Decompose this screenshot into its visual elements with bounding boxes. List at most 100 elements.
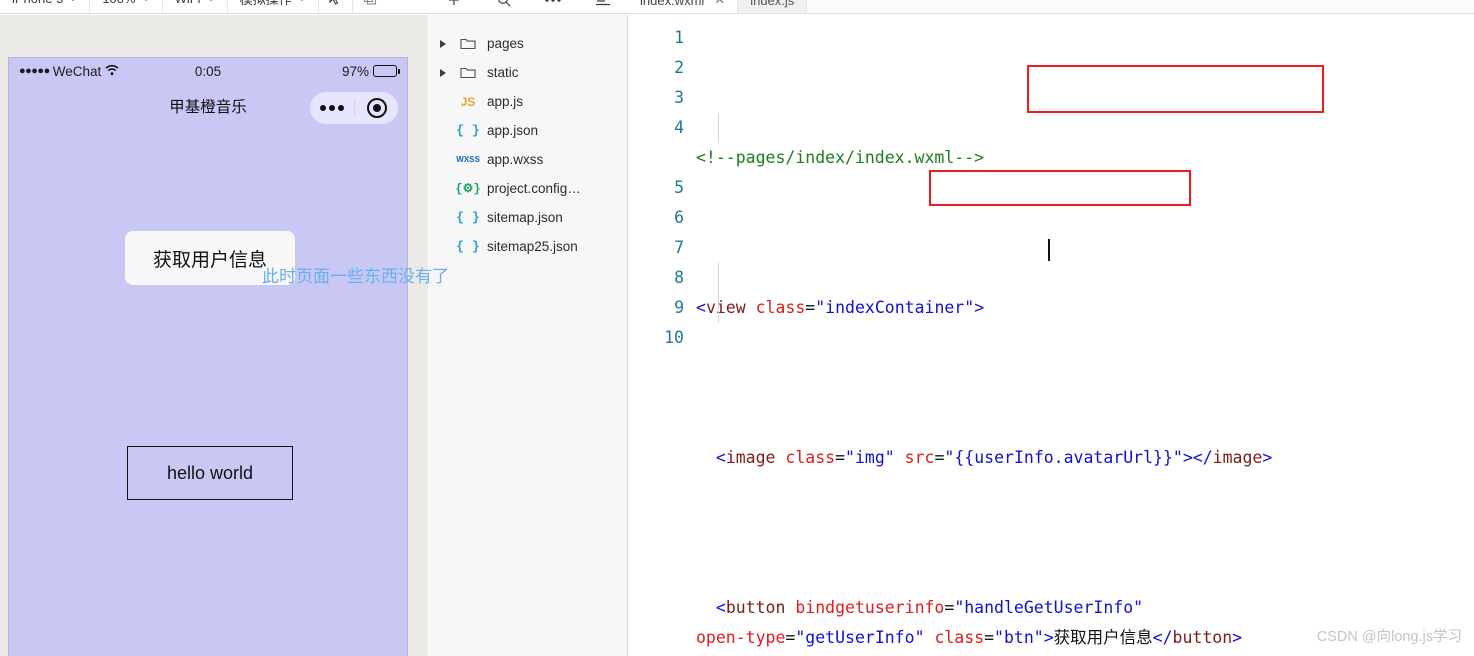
tree-item-sitemap25-json[interactable]: { } sitemap25.json	[429, 232, 627, 261]
attr-value: img	[854, 448, 885, 467]
tag-name: button	[1172, 628, 1233, 647]
tab-index-wxml[interactable]: index.wxml ✕	[628, 0, 739, 13]
go-study-box[interactable]: hello world	[127, 446, 293, 500]
signal-dots-icon: ●●●●●	[19, 65, 50, 77]
binding-expression: {{userInfo.avatarUrl}}	[954, 448, 1173, 467]
network-selector-label: WiFi	[175, 0, 201, 6]
tag-name: image	[725, 448, 776, 467]
list-filter-icon[interactable]	[590, 0, 616, 12]
element-inner-text: 获取用户信息	[1053, 628, 1153, 647]
phone-nav-bar: 甲基橙音乐	[9, 84, 407, 128]
line-number: 3	[674, 88, 684, 107]
search-icon[interactable]	[491, 0, 517, 12]
simulate-action-label: 模拟操作	[240, 0, 292, 8]
tree-item-label: sitemap.json	[487, 210, 563, 225]
chevron-down-icon	[69, 0, 78, 1]
line-number: 7	[674, 238, 684, 257]
attr-value: getUserInfo	[805, 628, 915, 647]
capsule-target-icon[interactable]	[355, 98, 398, 118]
tree-item-project-config[interactable]: {⚙} project.config…	[429, 174, 627, 203]
comment-token: <!--pages/index/index.wxml-->	[696, 148, 985, 167]
clock-label: 0:05	[194, 63, 222, 79]
chevron-right-icon[interactable]	[437, 68, 449, 77]
tree-item-label: static	[487, 65, 519, 80]
editor-tab-bar: index.wxml ✕ index.js	[628, 0, 1474, 14]
plus-icon[interactable]	[441, 0, 467, 12]
carrier-label: WeChat	[52, 63, 102, 79]
attr-name: open-type	[696, 628, 786, 647]
close-icon[interactable]: ✕	[714, 0, 725, 8]
battery-percent-label: 97%	[341, 63, 369, 79]
devtools-window: iPhone 5 100% WiFi 模拟操作	[0, 0, 1474, 656]
tree-item-label: app.wxss	[487, 152, 544, 167]
copy-icon[interactable]	[353, 0, 387, 13]
line-number: 6	[674, 208, 684, 227]
phone-screen[interactable]: ●●●●● WeChat 0:05 97% 甲基橙音乐 获取用户信息 hello…	[8, 57, 408, 656]
indent-guide	[718, 113, 719, 143]
zoom-selector[interactable]: 100%	[90, 0, 163, 13]
file-tree-toolbar	[429, 0, 628, 14]
battery-icon	[372, 65, 400, 77]
text-caret	[1048, 239, 1050, 261]
chevron-down-icon	[206, 0, 215, 1]
code-line-3: <image class="img" src="{{userInfo.avata…	[715, 448, 1273, 467]
attr-value: handleGetUserInfo	[964, 598, 1134, 617]
attr-name: bindgetuserinfo	[795, 598, 945, 617]
tree-item-app-json[interactable]: { } app.json	[429, 116, 627, 145]
tab-index-js[interactable]: index.js	[738, 0, 808, 13]
attr-name: class	[934, 628, 985, 647]
annotation-text: 此时页面一些东西没有了	[262, 267, 449, 286]
tree-item-app-wxss[interactable]: WXSS app.wxss	[429, 145, 627, 174]
tree-item-static[interactable]: static	[429, 58, 627, 87]
wifi-icon	[105, 64, 119, 79]
config-file-icon: {⚙}	[455, 182, 481, 196]
attr-name: src	[904, 448, 935, 467]
indent-guide	[718, 263, 719, 293]
tree-item-label: app.js	[487, 94, 524, 109]
tree-item-sitemap-json[interactable]: { } sitemap.json	[429, 203, 627, 232]
line-number: 9	[674, 298, 684, 317]
code-lines[interactable]: <!--pages/index/index.wxml--> <view clas…	[696, 23, 1474, 656]
wechat-capsule	[310, 92, 398, 124]
tree-item-label: sitemap25.json	[487, 239, 578, 254]
simulator-panel: ●●●●● WeChat 0:05 97% 甲基橙音乐 获取用户信息 hello…	[0, 15, 428, 656]
line-number: 8	[674, 268, 684, 287]
tree-item-label: pages	[487, 36, 524, 51]
device-selector-label: iPhone 5	[12, 0, 63, 6]
json-file-icon: { }	[456, 123, 480, 138]
line-number: 4	[674, 118, 684, 137]
tree-item-app-js[interactable]: JS app.js	[429, 87, 627, 116]
cursor-icon[interactable]	[319, 0, 353, 13]
tag-name: image	[1212, 448, 1263, 467]
simulate-action-selector[interactable]: 模拟操作	[228, 0, 319, 13]
chevron-right-icon[interactable]	[437, 39, 449, 48]
watermark-label: CSDN @向long.js学习	[1316, 629, 1462, 645]
chevron-down-icon	[141, 0, 150, 1]
tab-label: index.js	[750, 0, 795, 8]
folder-icon	[455, 37, 481, 50]
device-selector[interactable]: iPhone 5	[0, 0, 91, 13]
attr-name: class	[785, 448, 836, 467]
capsule-more-icon[interactable]	[310, 105, 354, 111]
tag-name: button	[725, 598, 786, 617]
tree-item-label: project.config…	[487, 181, 581, 196]
tree-item-pages[interactable]: pages	[429, 29, 627, 58]
code-line-1: <!--pages/index/index.wxml-->	[696, 143, 1474, 173]
tab-label: index.wxml	[640, 0, 705, 8]
tag-name: view	[705, 298, 746, 317]
attr-name: class	[755, 298, 806, 317]
code-surface[interactable]: 1 2 3 4 5 6 7 8 9 10 <!--pages/index/ind…	[628, 15, 1474, 656]
network-selector[interactable]: WiFi	[163, 0, 228, 13]
json-file-icon: { }	[456, 210, 480, 225]
more-horizontal-icon[interactable]	[540, 0, 566, 12]
chevron-down-icon	[297, 0, 306, 1]
code-editor: index.wxml ✕ index.js 1 2 3 4 5 6 7 8 9	[628, 0, 1474, 656]
phone-status-bar: ●●●●● WeChat 0:05 97%	[9, 58, 407, 84]
folder-icon	[455, 66, 481, 79]
line-number-gutter: 1 2 3 4 5 6 7 8 9 10	[628, 23, 690, 353]
tree-item-label: app.json	[487, 123, 539, 138]
file-tree: pages static JS app.js { } app.json WXSS…	[429, 15, 628, 656]
line-number: 1	[674, 28, 684, 47]
line-number: 10	[664, 328, 684, 347]
json-file-icon: { }	[456, 239, 480, 254]
